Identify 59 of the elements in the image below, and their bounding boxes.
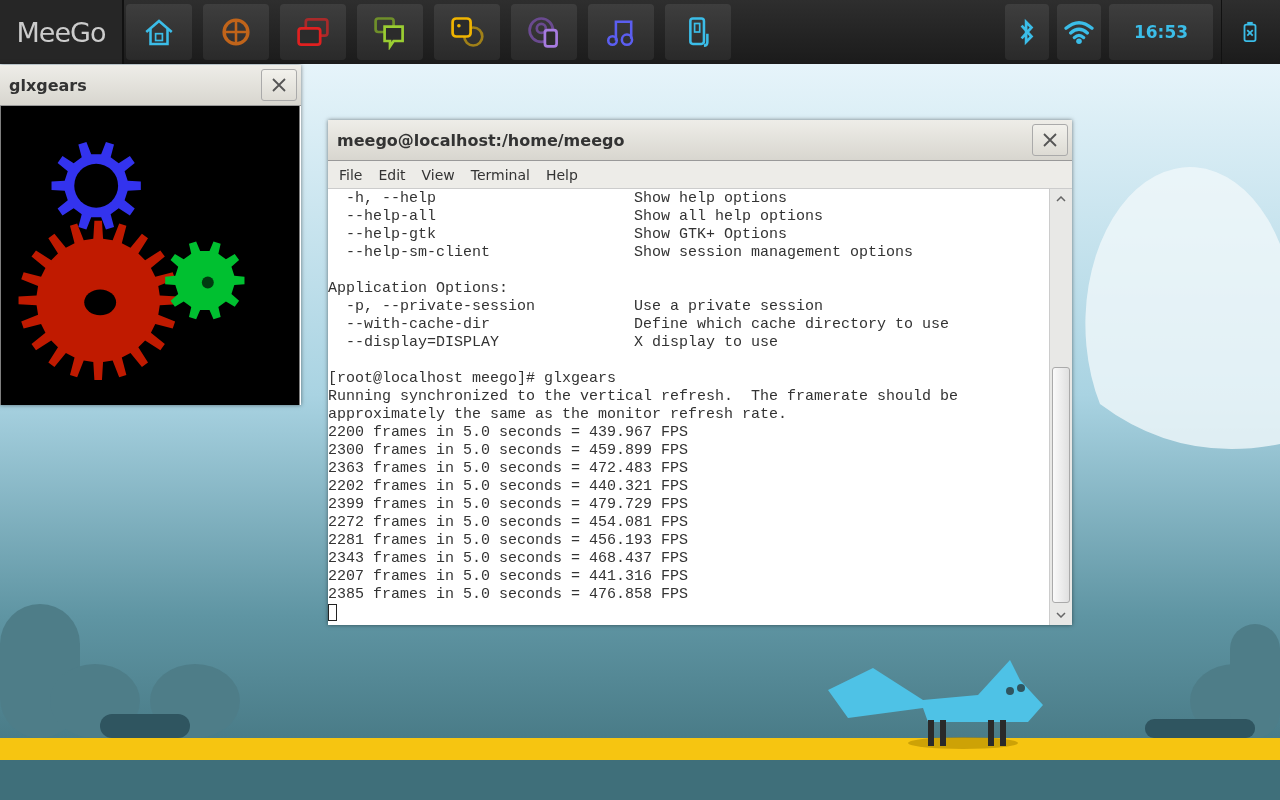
- terminal-line: 2363 frames in 5.0 seconds = 472.483 FPS: [328, 460, 689, 478]
- terminal-line: approximately the same as the monitor refresh rate.: [328, 406, 788, 424]
- terminal-line: 2272 frames in 5.0 seconds = 454.081 FPS: [328, 514, 689, 532]
- close-button[interactable]: [261, 69, 297, 101]
- option-description-text: X display to use: [634, 334, 779, 352]
- option-description-text: Use a private session: [634, 298, 824, 316]
- quartered-circle-icon: [219, 15, 253, 49]
- wifi-button[interactable]: [1057, 4, 1101, 60]
- terminal-line: Application Options:: [328, 280, 509, 298]
- app-launcher-button[interactable]: [126, 4, 192, 60]
- bluetooth-button[interactable]: [1005, 4, 1049, 60]
- option-description-text: Show all help options: [634, 208, 824, 226]
- terminal-line: 2200 frames in 5.0 seconds = 439.967 FPS: [328, 424, 689, 442]
- faces-icon: [449, 14, 485, 50]
- menu-item[interactable]: View: [413, 164, 463, 185]
- option-description-text: Show GTK+ Options: [634, 226, 788, 244]
- option-description-text: Show help options: [634, 190, 788, 208]
- app-launcher-button[interactable]: [203, 4, 269, 60]
- app-launcher-button[interactable]: [665, 4, 731, 60]
- close-icon: [271, 77, 287, 93]
- app-launcher-button[interactable]: [511, 4, 577, 60]
- terminal-line: 2343 frames in 5.0 seconds = 468.437 FPS: [328, 550, 689, 568]
- meego-logo: MeeGo: [0, 0, 124, 64]
- wifi-icon: [1064, 19, 1094, 45]
- menu-item[interactable]: Edit: [370, 164, 414, 185]
- close-icon: [1042, 132, 1058, 148]
- chevron-up-icon: [1056, 196, 1066, 202]
- app-launcher-button[interactable]: [434, 4, 500, 60]
- menu-item[interactable]: Help: [537, 164, 586, 185]
- window-title: meego@localhost:/home/meego: [337, 130, 625, 150]
- terminal-line: [root@localhost meego]# glxgears: [328, 370, 617, 388]
- scroll-thumb[interactable]: [1052, 367, 1070, 603]
- app-launcher-button[interactable]: [357, 4, 423, 60]
- option-name-text: --with-cache-dir: [346, 316, 492, 334]
- menu-item[interactable]: Terminal: [462, 164, 538, 185]
- option-name-text: --help-all: [346, 208, 437, 226]
- terminal-line: 2385 frames in 5.0 seconds = 476.858 FPS: [328, 586, 689, 604]
- text-cursor: [328, 604, 337, 621]
- chevron-down-icon: [1056, 612, 1066, 618]
- terminal-line: 2202 frames in 5.0 seconds = 440.321 FPS: [328, 478, 689, 496]
- option-description-text: Define which cache directory to use: [634, 316, 950, 334]
- clock[interactable]: 16:53: [1109, 4, 1213, 60]
- terminal-line: 2399 frames in 5.0 seconds = 479.729 FPS: [328, 496, 689, 514]
- option-description-text: Show session management options: [634, 244, 914, 262]
- option-name-text: --help-gtk: [346, 226, 437, 244]
- option-name-text: -p, --private-session: [346, 298, 537, 316]
- battery-icon: [1242, 21, 1258, 43]
- option-name-text: --display=DISPLAY: [346, 334, 501, 352]
- menu-item[interactable]: File: [331, 164, 371, 185]
- close-button[interactable]: [1032, 124, 1068, 156]
- terminal-line: 2300 frames in 5.0 seconds = 459.899 FPS: [328, 442, 689, 460]
- option-name-text: --help-sm-client: [346, 244, 492, 262]
- terminal-line: 2207 frames in 5.0 seconds = 441.316 FPS: [328, 568, 689, 586]
- window-title: glxgears: [9, 75, 87, 95]
- scrollbar[interactable]: [1049, 189, 1072, 625]
- bluetooth-icon: [1018, 17, 1036, 47]
- option-name-text: -h, --help: [346, 190, 437, 208]
- terminal-line: 2281 frames in 5.0 seconds = 456.193 FPS: [328, 532, 689, 550]
- terminal-line: Running synchronized to the vertical refresh. The framerate should be: [328, 388, 959, 406]
